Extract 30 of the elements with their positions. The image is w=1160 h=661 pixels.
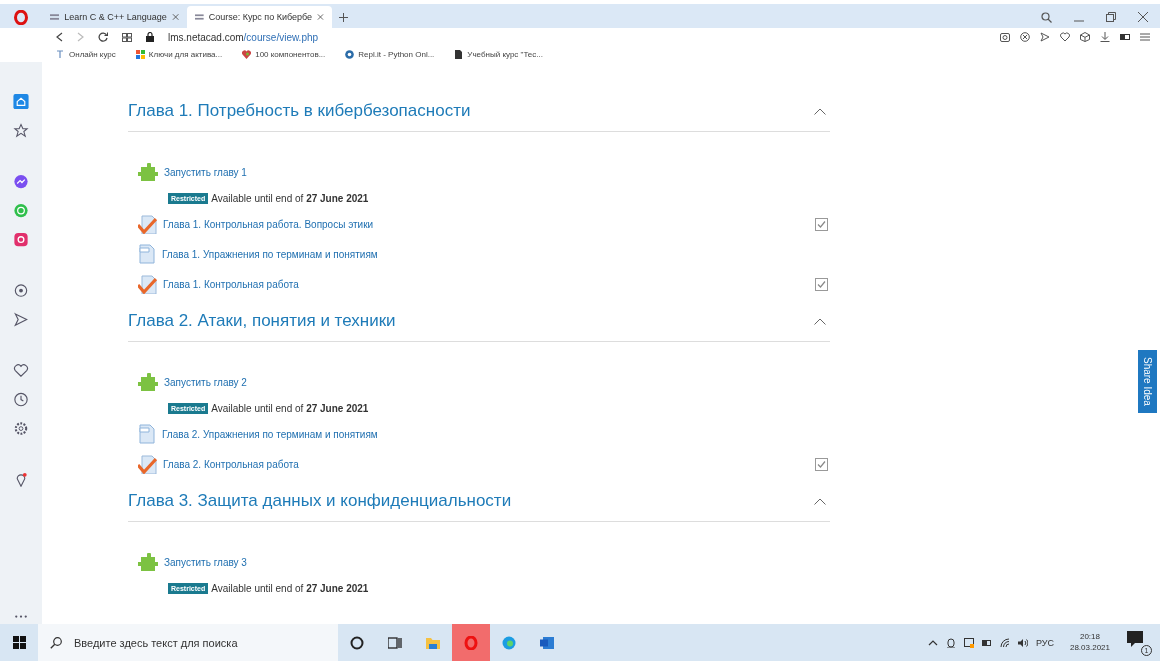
language-indicator[interactable]: РУС	[1035, 637, 1054, 648]
bookmark[interactable]: Ключи для актива...	[135, 49, 223, 59]
taskbar-search-box[interactable]: Введите здесь текст для поиска	[38, 624, 338, 661]
taskbar-search-field[interactable]: Введите здесь текст для поиска	[72, 635, 322, 650]
tab-title: Learn C & C++ Language	[64, 12, 167, 22]
activity-link[interactable]: Запустить главу 1	[164, 166, 247, 178]
restriction-text: Available until end of 27 June 2021	[211, 402, 369, 414]
activity-link[interactable]: Запустить главу 3	[164, 556, 247, 568]
activity-link[interactable]: Глава 1. Контрольная работа	[163, 278, 299, 290]
section-title[interactable]: Глава 2. Атаки, понятия и техники	[128, 311, 396, 331]
activity-link[interactable]: Глава 1. Упражнения по терминам и понятиям	[162, 248, 378, 260]
restriction-text: Available until end of 27 June 2021	[211, 582, 369, 594]
activity-link[interactable]: Глава 1. Контрольная работа. Вопросы этики	[163, 218, 374, 230]
browser-tab[interactable]: Course: Курс по Кибербе	[187, 6, 332, 28]
section-title[interactable]: Глава 1. Потребность в кибербезопасности	[128, 101, 471, 121]
bookmark[interactable]: 100 компонентов...	[242, 49, 326, 59]
activity-link[interactable]: Глава 2. Контрольная работа	[163, 458, 299, 470]
share-idea-button[interactable]: Share Idea	[1138, 350, 1157, 413]
clock-time: 20:18	[1079, 632, 1100, 643]
section-title[interactable]: Глава 3. Защита данных и конфиденциальности	[128, 491, 512, 511]
clock-date: 28.03.2021	[1069, 642, 1110, 653]
browser-tab[interactable]: Learn C & C++ Language	[42, 6, 187, 28]
activity-link[interactable]: Глава 2. Упражнения по терминам и понятиям	[162, 428, 378, 440]
bookmark[interactable]: Онлайн курс	[56, 49, 116, 59]
bookmark[interactable]: Repl.it - Python Onl...	[345, 49, 435, 59]
restriction-text: Available until end of 27 June 2021	[211, 192, 369, 204]
tab-title: Course: Курс по Кибербе	[208, 12, 313, 22]
address-field[interactable]: lms.netacad.com/course/view.php	[168, 31, 319, 43]
bookmark[interactable]: Учебный курс "Тес...	[454, 49, 543, 59]
activity-link[interactable]: Запустить главу 2	[164, 376, 247, 388]
